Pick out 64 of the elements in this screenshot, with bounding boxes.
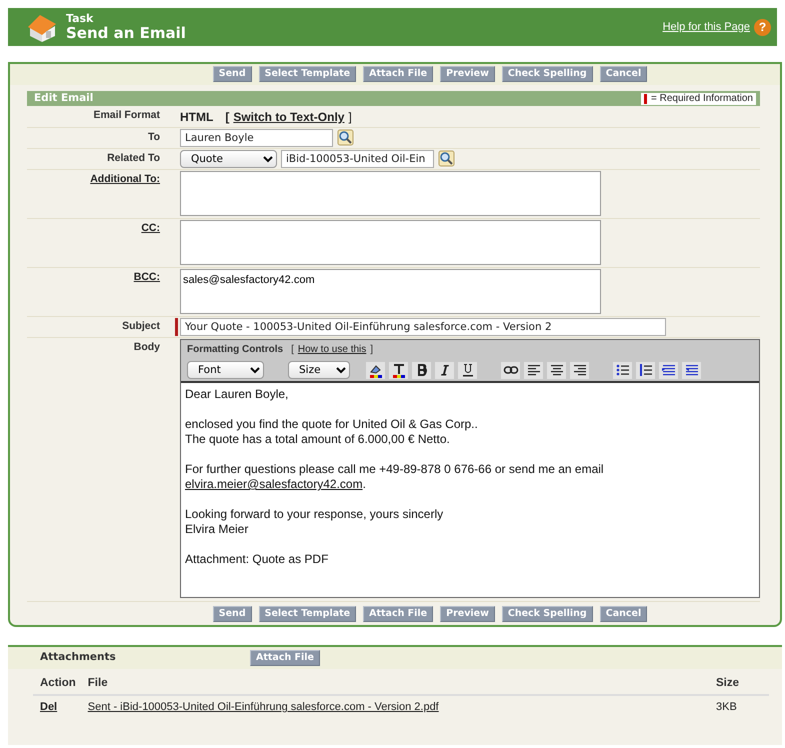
field-label: Related To xyxy=(107,152,160,164)
text-color-icon[interactable] xyxy=(389,362,408,378)
bracket-text: ] xyxy=(348,109,352,126)
page-title: Send an Email xyxy=(66,24,187,42)
size-select[interactable]: Size xyxy=(288,361,350,379)
field-label-link[interactable]: CC: xyxy=(141,222,160,234)
address-field[interactable]: sales@salesfactory42.com xyxy=(180,269,601,314)
file-size: 3KB xyxy=(709,695,769,719)
section-title: Edit Email xyxy=(34,90,94,106)
field-label: Subject xyxy=(122,320,160,332)
attachments-title: Attachments xyxy=(40,650,117,666)
address-field[interactable] xyxy=(180,220,601,265)
body-text: Looking forward to your response, yours sincerly xyxy=(185,507,444,521)
field-label-link[interactable]: Additional To: xyxy=(90,173,160,185)
help-link[interactable]: Help for this Page xyxy=(662,18,750,36)
object-label: Task xyxy=(66,12,94,24)
help-link[interactable]: How to use this xyxy=(298,342,366,357)
related-type-select[interactable]: Quote xyxy=(180,150,277,168)
required-mark xyxy=(644,94,647,104)
numbered-list-icon[interactable] xyxy=(636,362,655,378)
body-text: For further questions please call me +49-89-878 0 676-66 or send me an email xyxy=(185,462,604,476)
body-text: The quote has a total amount of 6.000,00 € Netto. xyxy=(185,432,450,446)
field-label: Email Format xyxy=(93,109,160,121)
column-header: File xyxy=(80,673,709,696)
body-text: enclosed you find the quote for United Oil & Gas Corp.. xyxy=(185,417,478,431)
align-right-icon[interactable] xyxy=(570,362,589,378)
address-field[interactable] xyxy=(180,171,601,216)
font-select[interactable]: Font xyxy=(187,361,264,379)
link-icon[interactable] xyxy=(501,362,520,378)
switch-format-link[interactable]: Switch to Text-Only xyxy=(233,108,344,126)
editor-content[interactable] xyxy=(181,383,759,597)
body-text: Elvira Meier xyxy=(185,522,248,536)
subject-field[interactable]: Your Quote - 100053-United Oil-Einführung salesforce.com - Version 2 xyxy=(180,318,666,336)
indent-icon[interactable] xyxy=(659,362,678,378)
bullet-list-icon[interactable] xyxy=(613,362,632,378)
field-label: Body xyxy=(134,341,160,353)
to-field[interactable]: Lauren Boyle xyxy=(180,129,333,147)
house-icon xyxy=(26,12,58,42)
search-icon[interactable] xyxy=(438,150,455,167)
required-legend: = Required Information xyxy=(640,92,756,104)
outdent-icon[interactable] xyxy=(682,362,701,378)
bold-icon[interactable] xyxy=(412,362,431,378)
related-to-field[interactable]: iBid-100053-United Oil-Ein xyxy=(281,150,434,168)
highlight-icon[interactable] xyxy=(366,362,385,378)
field-label: To xyxy=(148,131,160,143)
align-center-icon[interactable] xyxy=(547,362,566,378)
bracket-text: ] xyxy=(370,343,374,357)
file-link[interactable]: Sent - iBid-100053-United Oil-Einführung salesforce.com - Version 2.pdf xyxy=(88,701,439,714)
format-value: HTML xyxy=(180,109,214,126)
italic-icon[interactable] xyxy=(435,362,454,378)
body-text: . xyxy=(362,477,366,491)
email-link[interactable]: elvira.meier@salesfactory42.com xyxy=(185,477,363,491)
underline-icon[interactable] xyxy=(458,362,477,378)
body-text: Attachment: Quote as PDF xyxy=(185,552,328,566)
bracket-text: [ xyxy=(225,109,230,126)
bracket-text: [ xyxy=(291,343,294,357)
field-label-link[interactable]: BCC: xyxy=(134,271,160,283)
column-header: Size xyxy=(709,673,769,696)
delete-link[interactable]: Del xyxy=(40,701,58,714)
body-text: Dear Lauren Boyle, xyxy=(185,387,288,401)
search-icon[interactable] xyxy=(337,129,354,146)
column-header: Action xyxy=(33,673,81,696)
align-left-icon[interactable] xyxy=(524,362,543,378)
toolbar-title: Formatting Controls xyxy=(187,343,284,357)
